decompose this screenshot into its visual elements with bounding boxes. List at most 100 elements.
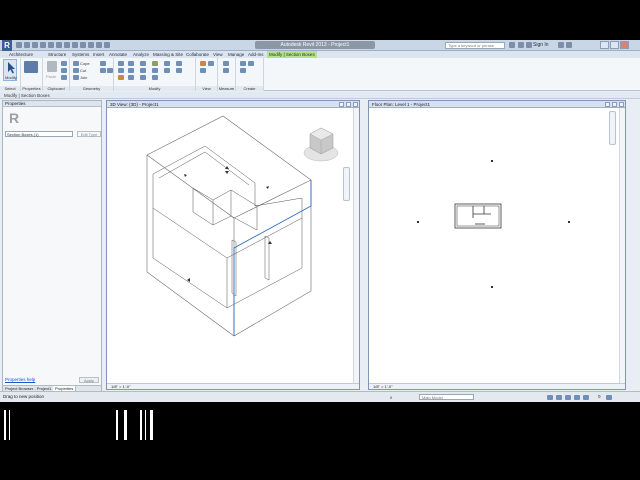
floor-plan-close[interactable]	[619, 102, 624, 107]
save-icon[interactable]	[24, 42, 30, 48]
properties-help-link[interactable]: Properties help	[5, 377, 35, 382]
undo-icon[interactable]	[32, 42, 38, 48]
select-by-face-icon[interactable]	[583, 395, 589, 400]
unpin-icon[interactable]	[164, 61, 170, 66]
3d-view-scale[interactable]: 1/8" = 1'-0"	[111, 384, 131, 389]
text-icon[interactable]	[64, 42, 70, 48]
3d-view-close[interactable]	[353, 102, 358, 107]
tab-view[interactable]: View	[213, 51, 223, 58]
hide-icon[interactable]	[200, 61, 206, 66]
switch-windows-icon[interactable]	[104, 42, 110, 48]
open-icon[interactable]	[16, 42, 22, 48]
cut-icon[interactable]	[61, 61, 67, 66]
measure-icon-tool[interactable]	[223, 61, 229, 66]
trim-icon[interactable]	[140, 68, 146, 73]
override-graphics-icon[interactable]	[208, 61, 214, 66]
dimension-icon[interactable]	[223, 68, 229, 73]
app-logo[interactable]: R	[2, 40, 12, 51]
select-links-icon[interactable]	[556, 395, 562, 400]
properties-icon[interactable]	[24, 61, 38, 73]
measure-icon[interactable]	[56, 42, 62, 48]
tab-insert[interactable]: Insert	[93, 51, 104, 58]
design-option-selector[interactable]: Main Model	[419, 394, 474, 400]
tab-architecture[interactable]: Architecture	[9, 51, 33, 58]
section-icon[interactable]	[80, 42, 86, 48]
floor-plan-minimize[interactable]	[605, 102, 610, 107]
communication-icon[interactable]	[526, 42, 532, 48]
3d-view-icon[interactable]	[72, 42, 78, 48]
3d-view-maximize[interactable]	[346, 102, 351, 107]
cut-geometry-icon[interactable]	[73, 68, 79, 73]
floor-plan-scrollbar[interactable]	[619, 108, 625, 383]
select-panel-label[interactable]: Select	[0, 86, 20, 91]
move-icon[interactable]	[118, 68, 124, 73]
elevation-markers[interactable]	[417, 160, 570, 288]
modify-button[interactable]: Modify	[3, 59, 17, 81]
split-icon[interactable]	[140, 75, 146, 80]
copy-icon[interactable]	[61, 68, 67, 73]
subscription-icon[interactable]	[518, 42, 524, 48]
tab-systems[interactable]: Systems	[72, 51, 89, 58]
tab-analyze[interactable]: Analyze	[133, 51, 149, 58]
rotate-icon[interactable]	[128, 75, 134, 80]
thin-lines-icon[interactable]	[88, 42, 94, 48]
sign-in-link[interactable]: Sign In	[533, 41, 549, 50]
join-icon[interactable]	[73, 75, 79, 80]
floor-plan-scale[interactable]: 1/8" = 1'-0"	[373, 384, 393, 389]
tab-massing-site[interactable]: Massing & Site	[153, 51, 183, 58]
copy-element-icon[interactable]	[128, 68, 134, 73]
3d-view-scrollbar[interactable]	[353, 108, 359, 383]
tab-annotate[interactable]: Annotate	[109, 51, 127, 58]
paste-icon[interactable]	[47, 61, 57, 72]
create-assembly-icon[interactable]	[240, 61, 246, 66]
close-hidden-icon[interactable]	[96, 42, 102, 48]
match-type-icon[interactable]	[61, 75, 67, 80]
3d-view-minimize[interactable]	[339, 102, 344, 107]
redo-icon[interactable]	[40, 42, 46, 48]
minimize-button[interactable]	[600, 41, 609, 49]
mirror-axis-icon[interactable]	[140, 61, 146, 66]
floor-plan-window[interactable]: Floor Plan: Level 1 - Project1 1/8" = 1'…	[368, 100, 626, 390]
tab-modify-section-boxes[interactable]: Modify | Section Boxes	[267, 51, 317, 58]
filter-icon[interactable]	[606, 395, 612, 400]
mirror-icon[interactable]	[118, 75, 124, 80]
floor-plan-maximize[interactable]	[612, 102, 617, 107]
close-button[interactable]	[620, 41, 629, 49]
apply-button[interactable]: Apply	[79, 377, 99, 383]
3d-view-window[interactable]: 3D View: {3D} - Project1 1/8" = 1'-0"	[106, 100, 360, 390]
delete-icon[interactable]	[164, 68, 170, 73]
select-pinned-icon[interactable]	[574, 395, 580, 400]
tab-structure[interactable]: Structure	[48, 51, 66, 58]
tab-manage[interactable]: Manage	[228, 51, 244, 58]
create-group-icon[interactable]	[240, 68, 246, 73]
tab-add-ins[interactable]: Add-Ins	[248, 51, 264, 58]
create-parts-icon[interactable]	[248, 61, 254, 66]
help-icon[interactable]	[566, 42, 572, 48]
scale-icon[interactable]	[152, 68, 158, 73]
press-drag-icon[interactable]	[547, 395, 553, 400]
navigation-bar[interactable]	[343, 167, 350, 201]
exchange-icon[interactable]	[558, 42, 564, 48]
align-icon[interactable]	[118, 61, 124, 66]
paint-icon[interactable]	[100, 68, 106, 73]
search-icon[interactable]	[509, 42, 515, 48]
split-face-icon[interactable]	[100, 61, 106, 66]
type-selector[interactable]: Section Boxes (1)	[5, 131, 73, 137]
linework-icon[interactable]	[200, 68, 206, 73]
trim-extend-icon[interactable]	[176, 68, 182, 73]
array-icon[interactable]	[152, 61, 158, 66]
pin-icon[interactable]	[152, 75, 158, 80]
3d-model-canvas[interactable]	[107, 108, 353, 385]
extend-icon[interactable]	[176, 61, 182, 66]
search-input[interactable]: Type a keyword or phrase	[445, 42, 505, 49]
select-underlay-icon[interactable]	[565, 395, 571, 400]
plan-navigation-bar[interactable]	[609, 111, 616, 145]
floor-plan-canvas[interactable]	[369, 108, 619, 385]
maximize-button[interactable]	[610, 41, 619, 49]
cope-icon[interactable]	[73, 61, 79, 66]
viewcube-icon[interactable]	[303, 127, 339, 162]
edit-type-button[interactable]: Edit Type	[77, 131, 101, 137]
offset-icon[interactable]	[128, 61, 134, 66]
tab-collaborate[interactable]: Collaborate	[186, 51, 209, 58]
demolish-icon[interactable]	[107, 68, 113, 73]
